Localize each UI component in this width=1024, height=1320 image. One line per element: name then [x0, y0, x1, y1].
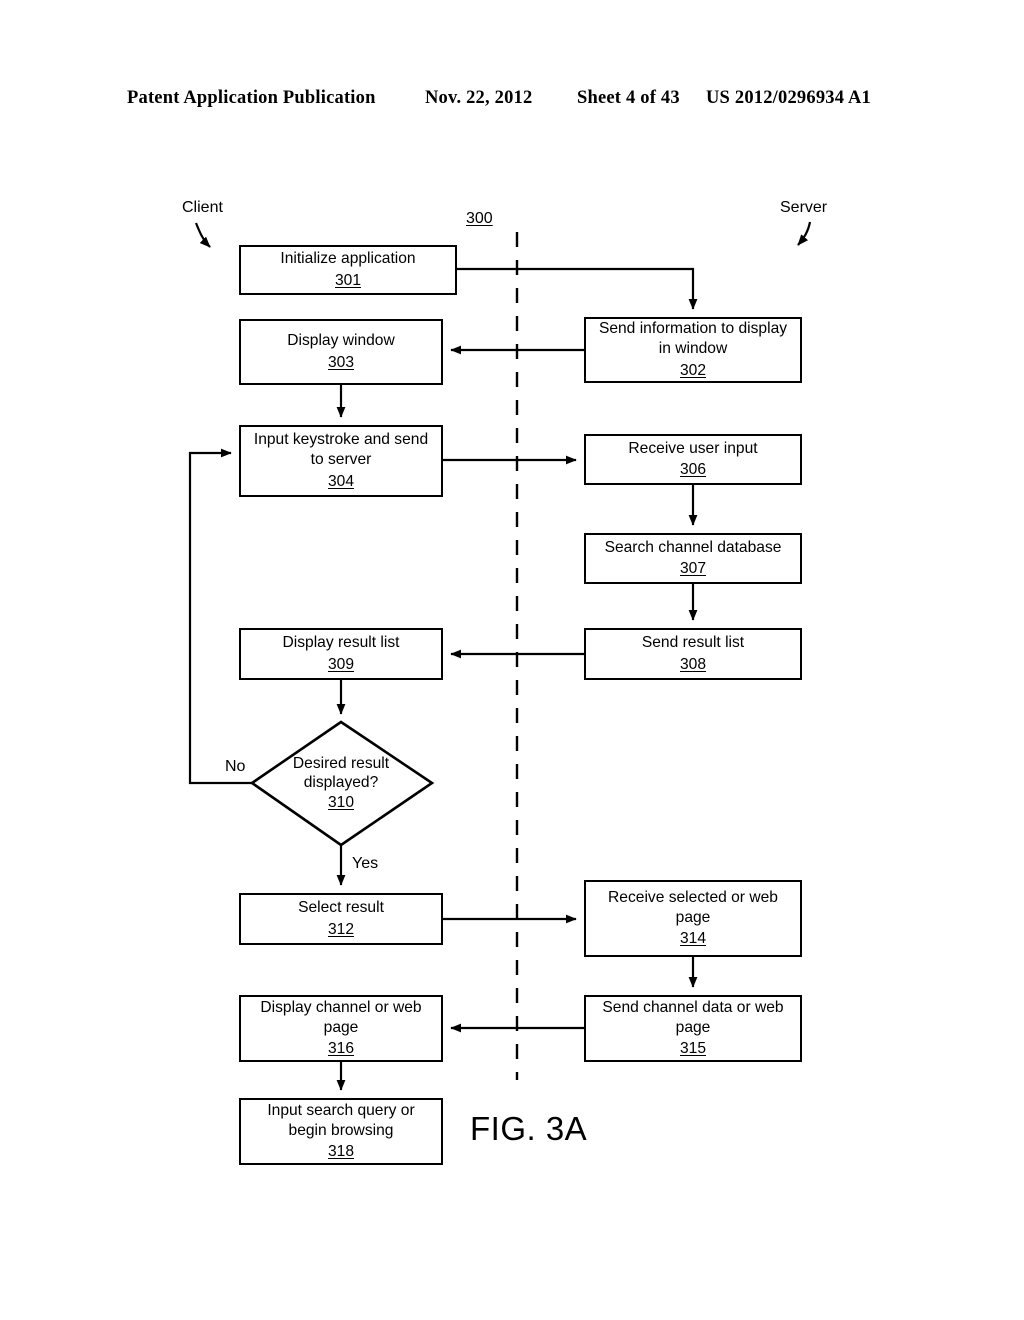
- flow-node-318: Input search query or begin browsing 318: [239, 1098, 443, 1165]
- server-pointer-arrow: [797, 221, 812, 246]
- flow-node-308: Send result list 308: [584, 628, 802, 680]
- flow-node-306: Receive user input 306: [584, 434, 802, 485]
- flow-node-302-text: Send information to display in window: [598, 320, 788, 358]
- lane-label-server: Server: [780, 199, 828, 216]
- flow-node-314: Receive selected or web page 314: [584, 880, 802, 957]
- flow-node-302: Send information to display in window 30…: [584, 317, 802, 383]
- flow-node-316-text: Display channel or web page: [260, 998, 422, 1036]
- flow-node-314-text: Receive selected or web page: [608, 888, 778, 926]
- flow-node-316-ref: 316: [327, 1040, 355, 1058]
- flow-node-303: Display window 303: [239, 319, 443, 385]
- flow-node-316: Display channel or web page 316: [239, 995, 443, 1062]
- flow-node-318-text: Input search query or begin browsing: [267, 1101, 415, 1139]
- flow-node-303-text: Display window: [287, 332, 395, 350]
- branch-label-no: No: [225, 758, 246, 775]
- figure-caption: FIG. 3A: [470, 1110, 588, 1147]
- flow-node-312-ref: 312: [327, 920, 355, 938]
- flow-node-315-ref: 315: [679, 1040, 707, 1058]
- flow-node-315-text: Send channel data or web page: [602, 998, 784, 1036]
- patent-page: Patent Application Publication Nov. 22, …: [0, 0, 1024, 1320]
- flow-node-307-text: Search channel database: [604, 538, 782, 556]
- client-pointer-arrow: [194, 222, 211, 248]
- flow-node-301: Initialize application 301: [239, 245, 457, 295]
- edge-310-304-no: [188, 448, 252, 785]
- flow-node-301-ref: 301: [334, 271, 362, 289]
- figure-3a: Client Server 300 No Yes FIG. 3A Initial…: [0, 0, 1024, 1320]
- flow-node-301-text: Initialize application: [280, 250, 416, 268]
- flow-node-307: Search channel database 307: [584, 533, 802, 584]
- flow-node-306-text: Receive user input: [628, 439, 758, 457]
- branch-label-yes: Yes: [352, 855, 379, 872]
- lane-label-client: Client: [182, 199, 223, 216]
- flow-node-309-ref: 309: [327, 655, 355, 673]
- flow-node-312-text: Select result: [298, 899, 384, 917]
- flow-node-306-ref: 306: [679, 461, 707, 478]
- flow-node-304-text: Input keystroke and send to server: [253, 431, 429, 469]
- flow-node-307-ref: 307: [679, 560, 707, 577]
- flow-node-308-ref: 308: [679, 655, 707, 673]
- flow-node-304: Input keystroke and send to server 304: [239, 425, 443, 497]
- flow-node-315: Send channel data or web page 315: [584, 995, 802, 1062]
- flow-node-303-ref: 303: [327, 353, 355, 371]
- flow-node-308-text: Send result list: [641, 634, 745, 652]
- flow-node-302-ref: 302: [679, 361, 707, 379]
- flow-node-314-ref: 314: [679, 930, 707, 948]
- flow-node-309: Display result list 309: [239, 628, 443, 680]
- diagram-reference-number: 300: [466, 210, 493, 227]
- flow-node-310: Desired result displayed? 310: [251, 721, 431, 845]
- flow-node-318-ref: 318: [327, 1143, 355, 1161]
- flow-node-309-text: Display result list: [282, 634, 400, 652]
- flow-node-310-ref: 310: [327, 793, 355, 811]
- flow-node-312: Select result 312: [239, 893, 443, 945]
- flow-node-310-text: Desired result displayed?: [292, 754, 390, 792]
- flow-node-304-ref: 304: [327, 472, 355, 490]
- edge-301-302: [457, 267, 698, 310]
